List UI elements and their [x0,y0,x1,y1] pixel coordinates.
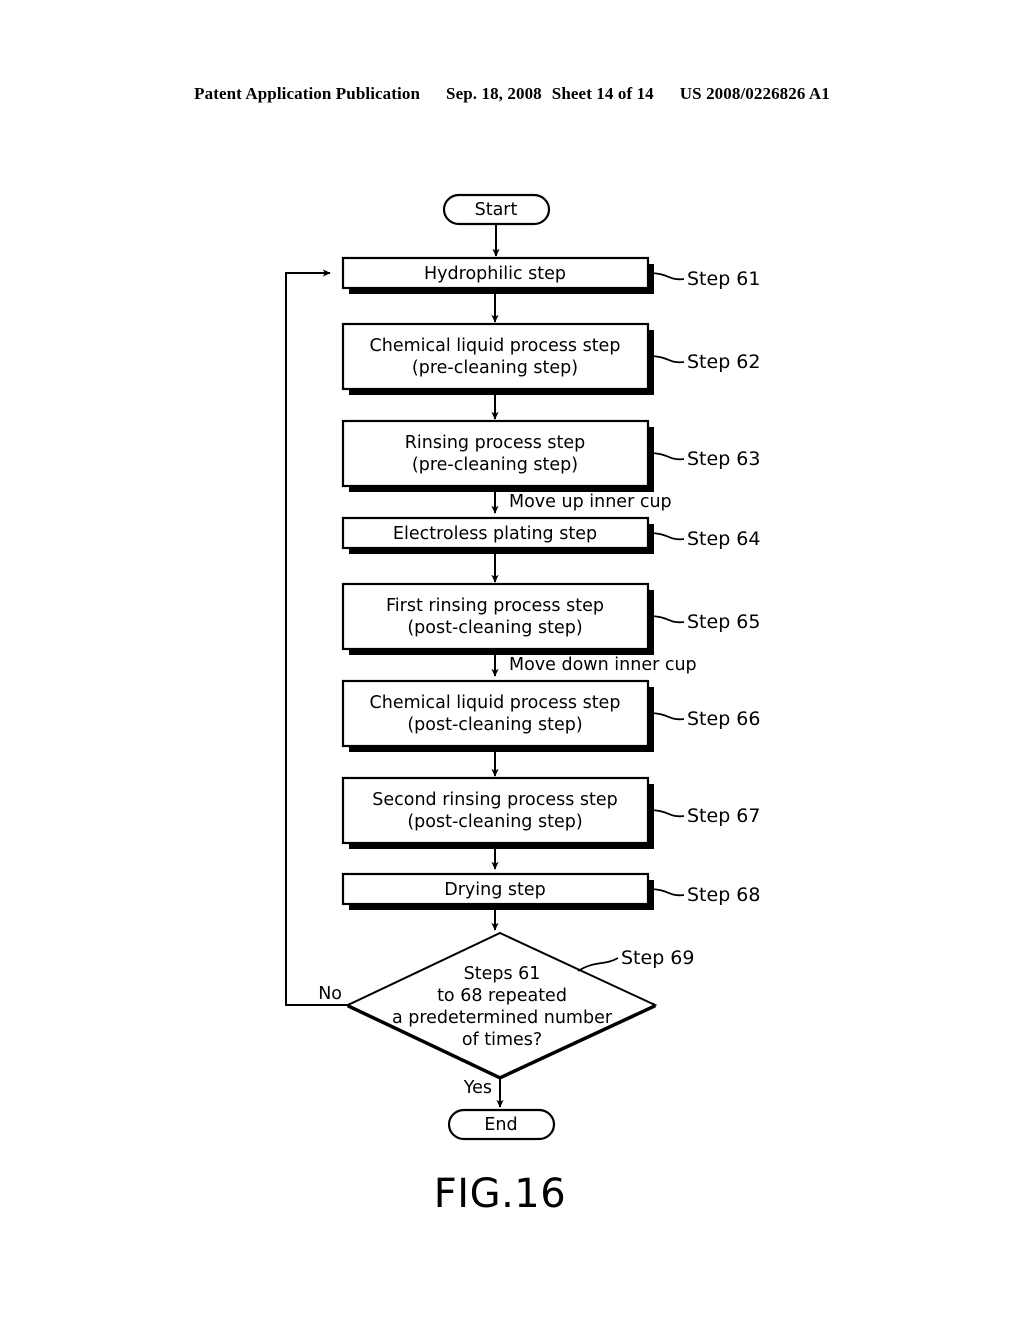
process-box-step-62-line-2: (pre-cleaning step) [412,358,578,378]
process-box-step-64-line-1: Electroless plating step [393,524,597,544]
process-box-step-61: Hydrophilic step [341,256,654,294]
branch-label-no: No [318,984,342,1004]
feedback-loop-no-branch [285,269,348,1006]
process-box-step-63: Rinsing process step (pre-cleaning step) [341,419,654,492]
process-box-step-63-line-2: (pre-cleaning step) [412,455,578,475]
process-box-step-67: Second rinsing process step (post-cleani… [341,776,654,849]
start-terminal: Start [442,193,551,226]
decision-line-4: of times? [462,1030,542,1050]
process-box-step-62-line-1: Chemical liquid process step [370,336,621,356]
decision-line-2: to 68 repeated [437,986,567,1006]
figure-caption: FIG.16 [434,1171,566,1217]
patent-page: Patent Application Publication Sep. 18, 2… [0,0,1024,1320]
process-box-step-61-line-1: Hydrophilic step [424,264,566,284]
step-ref-67: Step 67 [687,805,760,827]
step-ref-65: Step 65 [687,611,760,633]
decision-line-3: a predetermined number [392,1008,613,1028]
process-box-step-65-line-1: First rinsing process step [386,596,604,616]
step-ref-61: Step 61 [687,268,760,290]
annotation-move-up-inner-cup: Move up inner cup [509,492,672,512]
process-box-step-67-line-1: Second rinsing process step [372,790,618,810]
branch-label-yes: Yes [463,1078,492,1098]
annotation-move-down-inner-cup: Move down inner cup [509,655,697,675]
process-box-step-65: First rinsing process step (post-cleanin… [341,582,654,655]
process-box-step-66-line-1: Chemical liquid process step [370,693,621,713]
step-ref-63: Step 63 [687,448,760,470]
process-box-step-66: Chemical liquid process step (post-clean… [341,679,654,752]
decision-line-1: Steps 61 [464,964,541,984]
step-ref-68: Step 68 [687,884,760,906]
end-terminal-label: End [484,1115,517,1135]
decision-diamond-step-69: Steps 61 to 68 repeated a predetermined … [345,931,658,1080]
process-box-step-63-line-1: Rinsing process step [405,433,586,453]
step-ref-64: Step 64 [687,528,760,550]
step-ref-62: Step 62 [687,351,760,373]
process-box-step-68: Drying step [341,872,654,910]
process-box-step-66-line-2: (post-cleaning step) [407,715,582,735]
step-ref-66: Step 66 [687,708,760,730]
process-box-step-62: Chemical liquid process step (pre-cleani… [341,322,654,395]
process-box-step-68-line-1: Drying step [444,880,546,900]
end-terminal: End [447,1108,556,1141]
step-ref-69: Step 69 [621,947,694,969]
leader-step-69 [577,957,619,972]
process-box-step-64: Electroless plating step [341,516,654,554]
process-box-step-65-line-2: (post-cleaning step) [407,618,582,638]
start-terminal-label: Start [475,200,518,220]
flowchart-figure: Start Hydrophilic step Step 61 Chemical … [285,193,760,1217]
process-box-step-67-line-2: (post-cleaning step) [407,812,582,832]
